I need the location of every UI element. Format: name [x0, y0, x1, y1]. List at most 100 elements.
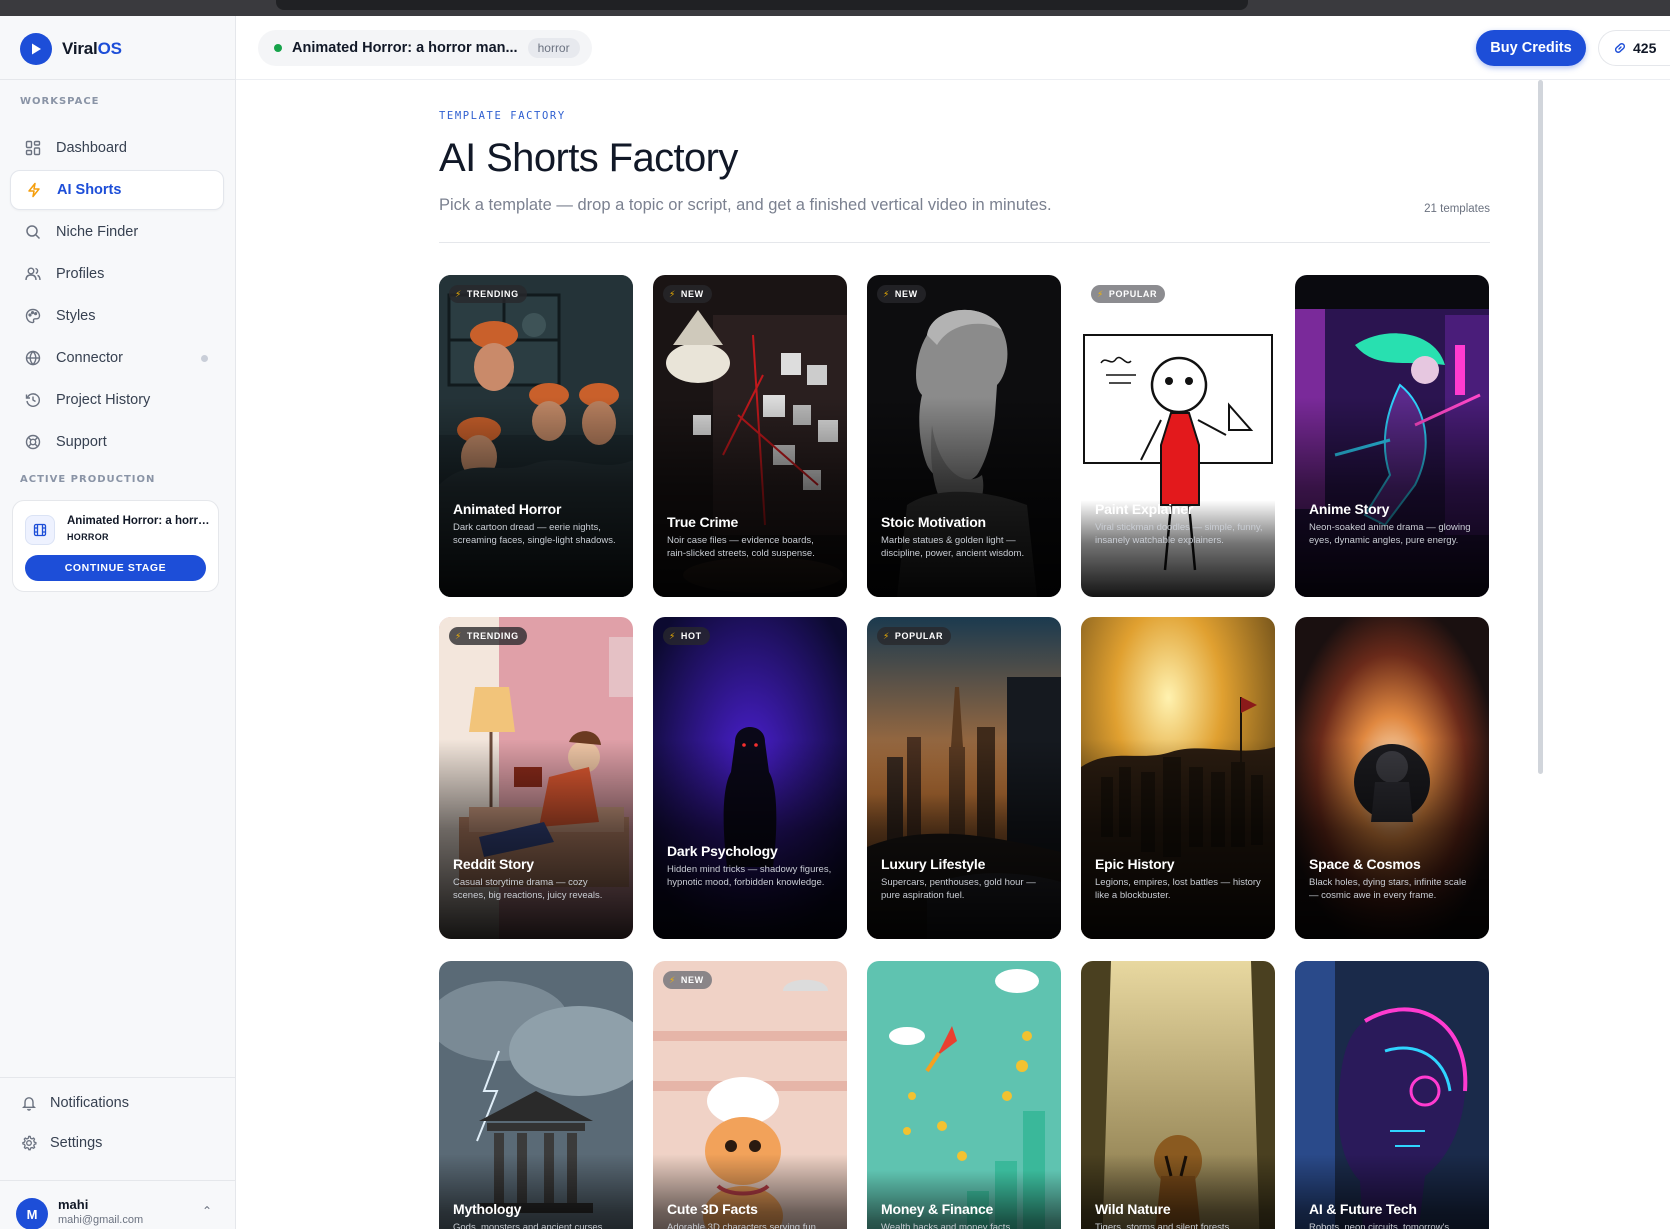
bolt-icon: ⚡ — [1097, 288, 1104, 299]
sidebar-item-project-history[interactable]: Project History — [10, 380, 224, 420]
settings-label: Settings — [50, 1135, 103, 1151]
sidebar-item-support[interactable]: Support — [10, 422, 224, 462]
template-card-luxury-lifestyle[interactable]: ⚡ POPULAR Luxury Lifestyle Supercars, pen… — [867, 617, 1061, 939]
palette-icon — [24, 307, 42, 325]
template-card-wild-nature[interactable]: Wild Nature Tigers, storms and silent fo… — [1081, 961, 1275, 1229]
card-description: Tigers, storms and silent forests — [1095, 1222, 1230, 1229]
scrollbar[interactable] — [1538, 80, 1543, 774]
template-card-money-finance[interactable]: Money & Finance Wealth hacks and money f… — [867, 961, 1061, 1229]
new-badge: ⚡ NEW — [663, 971, 712, 989]
template-card-anime-story[interactable]: Anime Story Neon-soaked anime drama — gl… — [1295, 275, 1489, 597]
card-description: Black holes, dying stars, infinite scale… — [1309, 877, 1467, 901]
users-icon — [24, 265, 42, 283]
card-title: Space & Cosmos — [1309, 856, 1421, 872]
page-subtitle: Pick a template — drop a topic or script… — [439, 196, 1052, 214]
user-name: mahi — [58, 1197, 89, 1212]
divider — [0, 1180, 236, 1181]
template-card-paint-explainer[interactable]: ⚡ POPULAR Paint Explainer Viral stickman … — [1081, 275, 1275, 597]
sidebar: ViralOS WORKSPACE Dashboard AI Shorts Ni… — [0, 16, 236, 1229]
card-gradient — [1295, 397, 1489, 597]
card-title: True Crime — [667, 514, 739, 530]
notifications-label: Notifications — [50, 1095, 129, 1111]
credits-count: 425 — [1633, 40, 1657, 56]
card-title: Dark Psychology — [667, 843, 778, 859]
sidebar-item-niche-finder[interactable]: Niche Finder — [10, 212, 224, 252]
production-tag: HORROR — [67, 532, 109, 542]
browser-address-bar[interactable] — [276, 0, 1248, 10]
sidebar-item-label: Profiles — [56, 266, 105, 282]
template-card-true-crime[interactable]: ⚡ NEW True Crime Noir case files — eviden… — [653, 275, 847, 597]
popular-badge: ⚡ POPULAR — [877, 627, 952, 645]
card-title: AI & Future Tech — [1309, 1201, 1417, 1217]
card-gradient — [439, 1154, 633, 1229]
user-email: mahi@gmail.com — [58, 1214, 144, 1226]
card-description: Dark cartoon dread — eerie nights, screa… — [453, 522, 616, 546]
template-card-epic-history[interactable]: Epic History Legions, empires, lost batt… — [1081, 617, 1275, 939]
play-logo-icon — [20, 33, 52, 65]
search-icon — [24, 223, 42, 241]
buy-credits-button[interactable]: Buy Credits — [1476, 30, 1586, 66]
sidebar-item-label: Connector — [56, 350, 123, 366]
continue-stage-button[interactable]: CONTINUE STAGE — [25, 555, 206, 581]
sidebar-item-label: Project History — [56, 392, 151, 408]
credits-balance[interactable]: 425 — [1598, 30, 1670, 66]
section-label-workspace: WORKSPACE — [20, 96, 100, 107]
card-title: Mythology — [453, 1201, 522, 1217]
sidebar-item-profiles[interactable]: Profiles — [10, 254, 224, 294]
bolt-icon: ⚡ — [669, 974, 676, 985]
template-card-space-cosmos[interactable]: Space & Cosmos Black holes, dying stars,… — [1295, 617, 1489, 939]
sidebar-item-connector[interactable]: Connector — [10, 338, 224, 378]
template-card-dark-psychology[interactable]: ⚡ HOT Dark Psychology Hidden mind tricks … — [653, 617, 847, 939]
sidebar-item-ai-shorts[interactable]: AI Shorts — [10, 170, 224, 210]
card-gradient — [1295, 739, 1489, 939]
sidebar-item-label: Dashboard — [56, 140, 127, 156]
card-description: Hidden mind tricks — shadowy figures, hy… — [667, 864, 832, 888]
card-description: Viral stickman doodles — simple, funny, … — [1095, 522, 1263, 546]
current-project-pill[interactable]: Animated Horror: a horror man... horror — [258, 30, 592, 66]
card-gradient — [653, 739, 847, 939]
trending-badge: ⚡ TRENDING — [449, 285, 527, 303]
project-tag: horror — [527, 38, 580, 58]
divider — [0, 79, 236, 80]
card-gradient — [653, 1154, 847, 1229]
browser-chrome-strip — [0, 0, 1670, 16]
template-card-mythology[interactable]: Mythology Gods, monsters and ancient cur… — [439, 961, 633, 1229]
history-icon — [24, 391, 42, 409]
card-description: Casual storytime drama — cozy scenes, bi… — [453, 877, 603, 901]
divider — [0, 1077, 236, 1078]
card-gradient — [867, 397, 1061, 597]
sidebar-item-dashboard[interactable]: Dashboard — [10, 128, 224, 168]
live-status-dot — [274, 44, 282, 52]
template-grid: ⚡ TRENDING Animated Horror Dark cartoon d… — [439, 275, 1490, 1229]
card-gradient — [439, 739, 633, 939]
lifebuoy-icon — [24, 433, 42, 451]
template-card-stoic-motivation[interactable]: ⚡ NEW Stoic Motivation Marble statues & g… — [867, 275, 1061, 597]
template-card-animated-horror[interactable]: ⚡ TRENDING Animated Horror Dark cartoon d… — [439, 275, 633, 597]
settings-link[interactable]: Settings — [20, 1128, 220, 1158]
template-card-ai-future-tech[interactable]: AI & Future Tech Robots, neon circuits, … — [1295, 961, 1489, 1229]
user-menu[interactable]: M mahi mahi@gmail.com ⌃ — [16, 1194, 220, 1229]
bolt-icon: ⚡ — [883, 288, 890, 299]
hot-badge: ⚡ HOT — [663, 627, 710, 645]
grid-icon — [24, 139, 42, 157]
bolt-icon — [25, 181, 43, 199]
card-gradient — [1081, 1154, 1275, 1229]
sidebar-item-styles[interactable]: Styles — [10, 296, 224, 336]
card-description: Wealth hacks and money facts — [881, 1222, 1011, 1229]
card-description: Supercars, penthouses, gold hour — pure … — [881, 877, 1036, 901]
active-production-card[interactable]: Animated Horror: a horror man... HORROR … — [12, 500, 219, 592]
sidebar-item-label: Niche Finder — [56, 224, 139, 240]
card-description: Adorable 3D characters serving fun — [667, 1222, 816, 1229]
new-badge: ⚡ NEW — [663, 285, 712, 303]
template-card-cute-3d-facts[interactable]: ⚡ NEW Cute 3D Facts Adorable 3D character… — [653, 961, 847, 1229]
card-gradient — [439, 397, 633, 597]
card-gradient — [653, 397, 847, 597]
new-badge: ⚡ NEW — [877, 285, 926, 303]
template-card-reddit-story[interactable]: ⚡ TRENDING Reddit Story Casual storytime … — [439, 617, 633, 939]
bolt-icon: ⚡ — [455, 630, 462, 641]
globe-icon — [24, 349, 42, 367]
logo[interactable]: ViralOS — [20, 32, 122, 66]
template-count: 21 templates — [1424, 203, 1490, 215]
bolt-icon: ⚡ — [669, 288, 676, 299]
notifications-link[interactable]: Notifications — [20, 1088, 220, 1118]
